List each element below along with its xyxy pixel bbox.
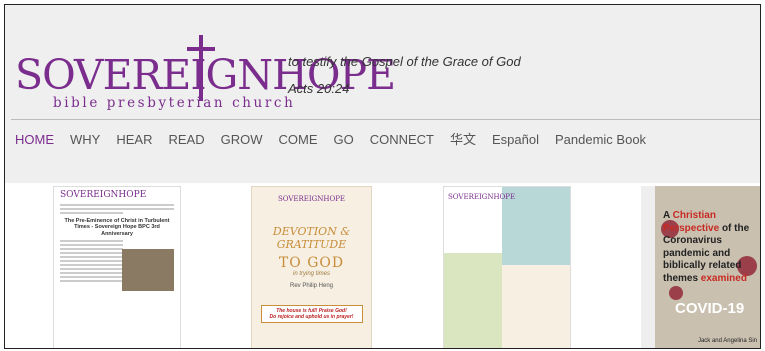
thumbnail-anniversary[interactable]: SOVEREIGNHOPE The Pre-Eminence of Christ… bbox=[53, 186, 181, 348]
nav-item-chinese[interactable]: 华文 bbox=[450, 133, 476, 146]
nav-item-come[interactable]: COME bbox=[278, 133, 317, 146]
nav-item-connect[interactable]: CONNECT bbox=[370, 133, 434, 146]
site-tagline: to testify the Gospel of the Grace of Go… bbox=[288, 54, 521, 69]
book-cover-title: A Christian Perspective of the Coronavir… bbox=[663, 210, 750, 284]
thumbnail-photo bbox=[122, 249, 174, 291]
thumbnail-heading: DEVOTION & GRATITUDE bbox=[272, 225, 351, 252]
book-cover-authors: Jack and Angelina Sin bbox=[697, 338, 757, 344]
nav-item-home[interactable]: HOME bbox=[15, 133, 54, 146]
book-cover-covid-label: COVID-19 bbox=[675, 300, 745, 317]
thumbnail-subheading-2: in trying times bbox=[292, 271, 330, 278]
thumbnail-devotion[interactable]: SOVEREIGNHOPE DEVOTION & GRATITUDE TO GO… bbox=[251, 186, 372, 348]
thumbnail-author: Rev Philip Heng bbox=[289, 283, 334, 290]
nav-item-why[interactable]: WHY bbox=[70, 133, 100, 146]
nav-item-pandemic-book[interactable]: Pandemic Book bbox=[555, 133, 646, 146]
thumbnail-logo: SOVEREIGNHOPE bbox=[60, 190, 147, 200]
header-divider bbox=[11, 119, 760, 120]
thumbnail-title: The Pre-Eminence of Christ in Turbulent … bbox=[64, 218, 170, 237]
nav-item-espanol[interactable]: Español bbox=[492, 133, 539, 146]
nav-item-hear[interactable]: HEAR bbox=[116, 133, 152, 146]
callout-line-2: Do rejoice and uphold us in prayer! bbox=[269, 314, 354, 321]
featured-thumbnails: SOVEREIGNHOPE The Pre-Eminence of Christ… bbox=[5, 183, 760, 348]
nav-item-go[interactable]: GO bbox=[333, 133, 353, 146]
thumbnail-callout: The house is full! Praise God! Do rejoic… bbox=[260, 305, 363, 324]
nav-item-grow[interactable]: GROW bbox=[221, 133, 263, 146]
thumbnail-pandemic-book[interactable]: A Christian Perspective of the Coronavir… bbox=[641, 186, 760, 348]
logo-subtitle: bible presbyterian church bbox=[53, 95, 296, 111]
thumbnail-brochure[interactable]: SOVEREIGNHOPE bbox=[443, 186, 571, 348]
thumbnail-logo: SOVEREIGNHOPE bbox=[448, 193, 516, 201]
site-logo[interactable]: SOVEREIGNHOPE bible presbyterian church bbox=[15, 35, 396, 115]
site-verse: Acts 20:24 bbox=[288, 81, 350, 96]
thumbnail-subheading: TO GOD bbox=[278, 255, 345, 272]
page-frame: SOVEREIGNHOPE bible presbyterian church … bbox=[4, 4, 761, 349]
thumbnail-logo: SOVEREIGNHOPE bbox=[277, 195, 346, 203]
nav-item-read[interactable]: READ bbox=[168, 133, 204, 146]
main-nav: HOME WHY HEAR READ GROW COME GO CONNECT … bbox=[15, 133, 662, 146]
site-header: SOVEREIGNHOPE bible presbyterian church … bbox=[5, 5, 760, 183]
